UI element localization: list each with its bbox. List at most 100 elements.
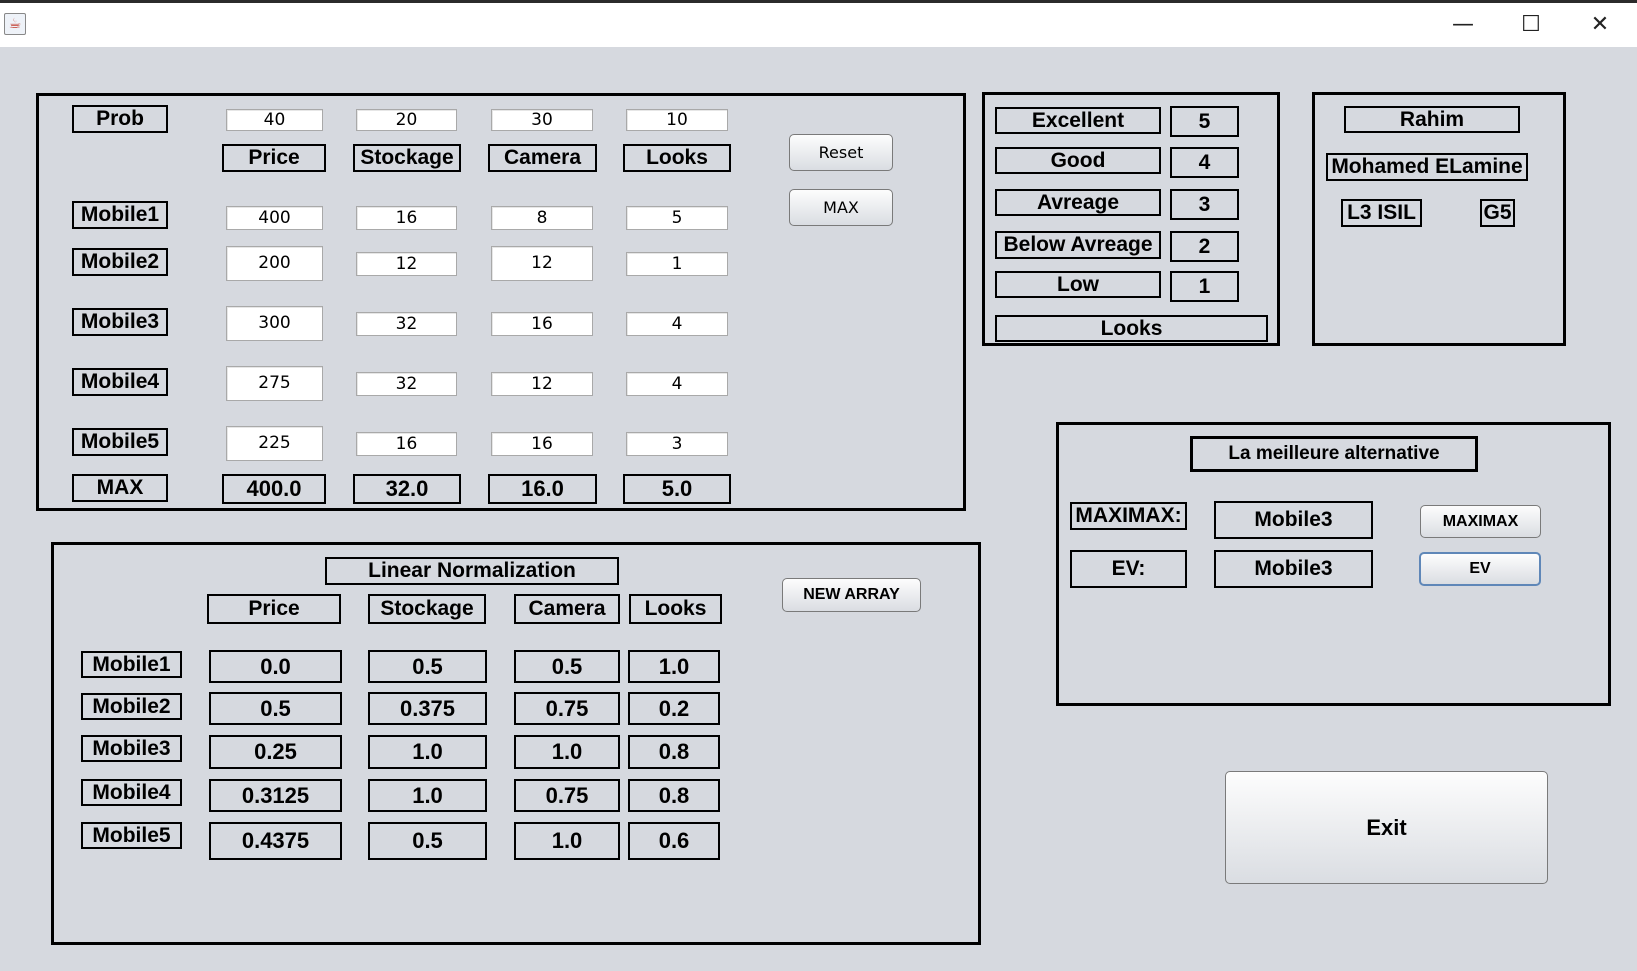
max-camera-value: 16.0 xyxy=(488,474,597,504)
mobile5-stockage-input[interactable]: 16 xyxy=(356,432,457,456)
norm-mobile1-looks: 1.0 xyxy=(628,650,720,683)
mobile2-looks-input[interactable]: 1 xyxy=(626,252,728,276)
mobile3-camera-input[interactable]: 16 xyxy=(491,312,593,336)
prob-looks-input[interactable]: 10 xyxy=(626,109,728,131)
norm-mobile3-price: 0.25 xyxy=(209,735,342,769)
prob-camera-input[interactable]: 30 xyxy=(491,109,593,131)
scale-label-excellent: Excellent xyxy=(995,107,1161,134)
header-camera: Camera xyxy=(488,144,597,172)
reset-button[interactable]: Reset xyxy=(789,134,893,171)
mobile3-looks-input[interactable]: 4 xyxy=(626,312,728,336)
norm-mobile1-stockage: 0.5 xyxy=(368,650,487,683)
scale-label-low: Low xyxy=(995,271,1161,298)
norm-mobile4-stockage: 1.0 xyxy=(368,779,487,812)
norm-row-label-mobile4: Mobile4 xyxy=(81,779,182,806)
norm-row-label-mobile5: Mobile5 xyxy=(81,822,182,849)
scale-value-low: 1 xyxy=(1170,271,1239,302)
mobile1-looks-input[interactable]: 5 xyxy=(626,206,728,230)
header-looks: Looks xyxy=(623,144,731,172)
row-label-mobile5: Mobile5 xyxy=(72,428,168,456)
scale-value-good: 4 xyxy=(1170,147,1239,178)
row-label-mobile1: Mobile1 xyxy=(72,201,168,229)
mobile5-looks-input[interactable]: 3 xyxy=(626,432,728,456)
author-group: G5 xyxy=(1480,199,1515,227)
max-label: MAX xyxy=(72,474,168,502)
normalization-title: Linear Normalization xyxy=(325,557,619,585)
norm-row-label-mobile3: Mobile3 xyxy=(81,735,182,762)
mobile4-stockage-input[interactable]: 32 xyxy=(356,372,457,396)
mobile1-camera-input[interactable]: 8 xyxy=(491,206,593,230)
mobile1-stockage-input[interactable]: 16 xyxy=(356,206,457,230)
norm-mobile5-stockage: 0.5 xyxy=(368,822,487,860)
ev-button[interactable]: EV xyxy=(1419,552,1541,586)
scale-value-below-avreage: 2 xyxy=(1170,231,1239,262)
maximax-result: Mobile3 xyxy=(1214,501,1373,539)
mobile5-camera-input[interactable]: 16 xyxy=(491,432,593,456)
max-stockage-value: 32.0 xyxy=(353,474,461,504)
mobile4-price-input[interactable]: 275 xyxy=(226,366,323,401)
norm-row-label-mobile2: Mobile2 xyxy=(81,693,182,720)
norm-mobile1-price: 0.0 xyxy=(209,650,342,683)
mobile2-price-input[interactable]: 200 xyxy=(226,246,323,281)
norm-row-label-mobile1: Mobile1 xyxy=(81,651,182,678)
max-button[interactable]: MAX xyxy=(789,189,893,226)
ev-result: Mobile3 xyxy=(1214,550,1373,588)
minimize-button[interactable]: — xyxy=(1430,3,1496,47)
norm-mobile2-price: 0.5 xyxy=(209,692,342,725)
norm-mobile4-looks: 0.8 xyxy=(628,779,720,812)
max-looks-value: 5.0 xyxy=(623,474,731,504)
norm-mobile5-camera: 1.0 xyxy=(514,822,620,860)
norm-mobile3-camera: 1.0 xyxy=(514,735,620,769)
scale-value-excellent: 5 xyxy=(1170,106,1239,137)
exit-button[interactable]: Exit xyxy=(1225,771,1548,884)
row-label-mobile2: Mobile2 xyxy=(72,248,168,276)
norm-mobile1-camera: 0.5 xyxy=(514,650,620,683)
new-array-button[interactable]: NEW ARRAY xyxy=(782,578,921,612)
row-label-mobile3: Mobile3 xyxy=(72,308,168,336)
ev-label: EV: xyxy=(1070,550,1187,588)
norm-mobile3-stockage: 1.0 xyxy=(368,735,487,769)
row-label-mobile4: Mobile4 xyxy=(72,368,168,396)
mobile3-stockage-input[interactable]: 32 xyxy=(356,312,457,336)
java-app-icon: ☕ xyxy=(4,13,26,35)
mobile4-camera-input[interactable]: 12 xyxy=(491,372,593,396)
maximize-button[interactable]: ☐ xyxy=(1498,3,1564,47)
maximax-button[interactable]: MAXIMAX xyxy=(1420,505,1541,538)
author-full-name: Mohamed ELamine xyxy=(1326,153,1528,181)
norm-mobile4-camera: 0.75 xyxy=(514,779,620,812)
norm-mobile5-looks: 0.6 xyxy=(628,822,720,860)
mobile2-camera-input[interactable]: 12 xyxy=(491,246,593,281)
norm-mobile2-stockage: 0.375 xyxy=(368,692,487,725)
author-first-name: Rahim xyxy=(1344,106,1520,133)
scale-label-good: Good xyxy=(995,147,1161,174)
prob-stockage-input[interactable]: 20 xyxy=(356,109,457,131)
mobile2-stockage-input[interactable]: 12 xyxy=(356,252,457,276)
norm-mobile2-camera: 0.75 xyxy=(514,692,620,725)
norm-header-looks: Looks xyxy=(629,594,722,624)
norm-header-camera: Camera xyxy=(514,594,620,624)
looks-scale-footer: Looks xyxy=(995,315,1268,342)
norm-mobile2-looks: 0.2 xyxy=(628,692,720,725)
max-price-value: 400.0 xyxy=(222,474,326,504)
scale-label-below-avreage: Below Avreage xyxy=(995,231,1161,259)
scale-label-avreage: Avreage xyxy=(995,189,1161,216)
best-alternative-title: La meilleure alternative xyxy=(1190,436,1478,472)
prob-price-input[interactable]: 40 xyxy=(226,109,323,131)
maximax-label: MAXIMAX: xyxy=(1070,502,1187,530)
norm-mobile5-price: 0.4375 xyxy=(209,822,342,860)
norm-mobile3-looks: 0.8 xyxy=(628,735,720,769)
header-stockage: Stockage xyxy=(353,144,461,172)
prob-label: Prob xyxy=(72,105,168,133)
norm-header-stockage: Stockage xyxy=(368,594,486,624)
mobile5-price-input[interactable]: 225 xyxy=(226,426,323,461)
scale-value-avreage: 3 xyxy=(1170,189,1239,220)
close-button[interactable]: ✕ xyxy=(1567,3,1633,47)
author-level: L3 ISIL xyxy=(1341,199,1422,227)
mobile1-price-input[interactable]: 400 xyxy=(226,206,323,230)
norm-header-price: Price xyxy=(207,594,341,624)
title-bar: ☕ — ☐ ✕ xyxy=(0,0,1637,47)
mobile3-price-input[interactable]: 300 xyxy=(226,306,323,341)
norm-mobile4-price: 0.3125 xyxy=(209,779,342,812)
mobile4-looks-input[interactable]: 4 xyxy=(626,372,728,396)
header-price: Price xyxy=(222,144,326,172)
